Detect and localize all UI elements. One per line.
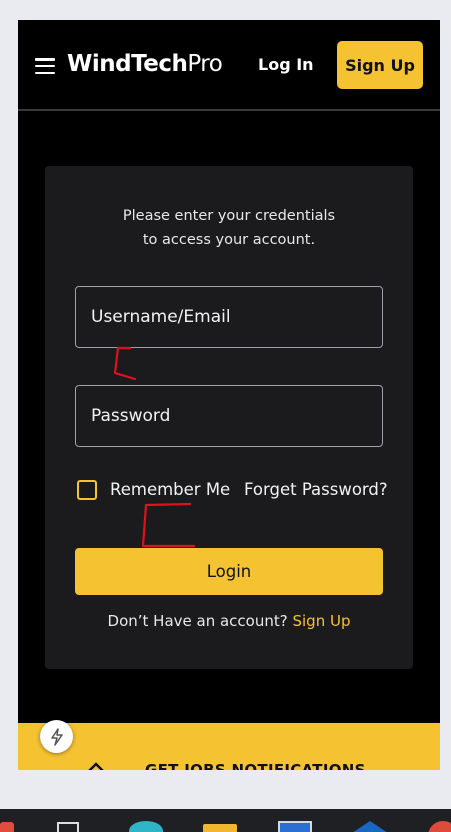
header-divider	[18, 109, 440, 111]
mail-icon[interactable]	[352, 821, 388, 832]
site-header: WindTechPro Log In Sign Up	[18, 20, 440, 111]
signup-link[interactable]: Sign Up	[292, 612, 350, 630]
login-card: Please enter your credentials to access …	[45, 166, 413, 669]
brand-name-bold: WindTech	[67, 51, 188, 77]
login-button[interactable]: Login	[75, 548, 383, 595]
taskbar-app-icon[interactable]	[0, 822, 14, 832]
chrome-icon[interactable]	[428, 821, 451, 832]
edge-browser-icon[interactable]	[129, 821, 163, 832]
intro-line-2: to access your account.	[142, 232, 316, 248]
lightning-icon[interactable]	[40, 720, 73, 753]
checkbox-unchecked-icon[interactable]	[77, 480, 97, 500]
store-icon[interactable]	[278, 821, 312, 832]
signup-prompt: Don’t Have an account? Sign Up	[45, 612, 413, 630]
bell-icon	[88, 762, 104, 770]
forgot-password-link[interactable]: Forget Password?	[244, 480, 388, 499]
brand-logo[interactable]: WindTechPro	[67, 51, 223, 77]
os-taskbar	[0, 809, 451, 832]
header-signup-button[interactable]: Sign Up	[337, 41, 423, 89]
signup-prompt-text: Don’t Have an account?	[107, 612, 288, 630]
intro-line-1: Please enter your credentials	[122, 208, 336, 224]
folder-icon[interactable]	[203, 824, 237, 832]
app-viewport: WindTechPro Log In Sign Up Please enter …	[18, 20, 440, 770]
header-login-link[interactable]: Log In	[258, 55, 314, 74]
username-email-field[interactable]	[75, 286, 383, 348]
hamburger-icon[interactable]	[35, 58, 55, 75]
login-intro-text: Please enter your credentials to access …	[45, 204, 413, 252]
remember-me-label[interactable]: Remember Me	[110, 480, 230, 499]
password-field[interactable]	[75, 385, 383, 447]
brand-name-light: Pro	[187, 51, 223, 77]
red-annotation-mark	[141, 502, 196, 548]
red-annotation-mark	[113, 346, 137, 381]
task-view-icon[interactable]	[57, 822, 79, 832]
jobs-notification-text[interactable]: GET JOBS NOTIFICATIONS	[145, 761, 366, 770]
